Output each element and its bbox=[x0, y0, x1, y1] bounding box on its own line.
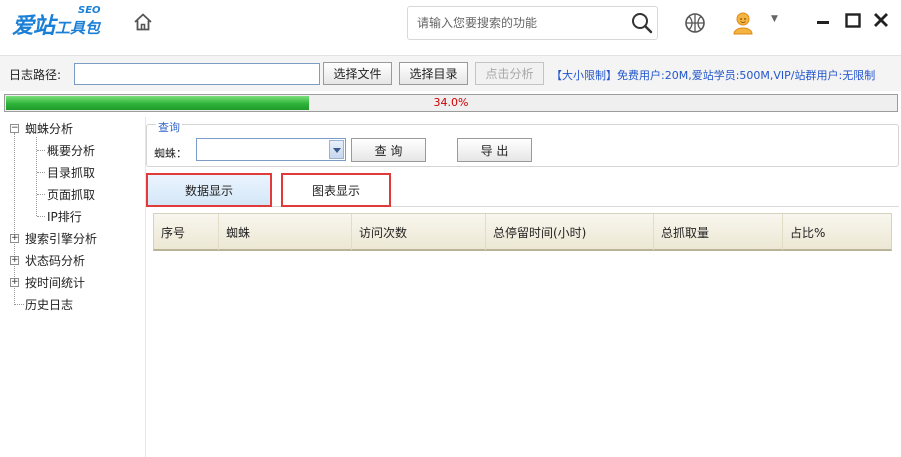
tree-guide-line bbox=[37, 172, 45, 173]
tree-guide-line bbox=[37, 194, 45, 195]
tree-item-history-log[interactable]: 历史日志 bbox=[25, 296, 73, 313]
tree-item-page-crawl[interactable]: 页面抓取 bbox=[47, 186, 95, 203]
tree-item-time-statistics[interactable]: 按时间统计 bbox=[25, 274, 85, 291]
table-right-gutter bbox=[892, 213, 899, 457]
log-path-input[interactable] bbox=[74, 63, 320, 85]
minimize-icon[interactable] bbox=[817, 12, 831, 30]
query-group-title: 查询 bbox=[156, 119, 182, 135]
function-tree: − 蜘蛛分析 概要分析 目录抓取 页面抓取 IP排行 + 搜索引擎分析 + 状态… bbox=[0, 117, 146, 457]
tree-guide-line bbox=[15, 304, 24, 305]
maximize-icon[interactable] bbox=[845, 12, 861, 30]
column-header-stay-time[interactable]: 总停留时间(小时) bbox=[486, 214, 654, 250]
tree-guide-line bbox=[37, 216, 45, 217]
tab-chart-display[interactable]: 图表显示 bbox=[281, 173, 391, 207]
tree-guide-line bbox=[37, 150, 45, 151]
progress-percent-text: 34.0% bbox=[433, 96, 469, 109]
data-table-header: 序号 蜘蛛 访问次数 总停留时间(小时) 总抓取量 占比% bbox=[153, 213, 892, 251]
close-icon[interactable] bbox=[872, 11, 890, 29]
app-logo: 爱站 SEO 工具包 bbox=[12, 5, 101, 40]
expand-icon[interactable]: + bbox=[10, 256, 19, 265]
logo-tool-text: 工具包 bbox=[55, 19, 101, 37]
feature-search[interactable] bbox=[407, 6, 658, 40]
column-header-crawl-count[interactable]: 总抓取量 bbox=[654, 214, 783, 250]
tree-item-overview[interactable]: 概要分析 bbox=[47, 142, 95, 159]
column-header-spider[interactable]: 蜘蛛 bbox=[219, 214, 352, 250]
spider-label: 蜘蛛： bbox=[154, 147, 187, 160]
tree-item-spider-analysis[interactable]: 蜘蛛分析 bbox=[25, 120, 73, 137]
size-limit-notice: 【大小限制】免费用户:20M,爱站学员:500M,VIP/站群用户:无限制 bbox=[551, 69, 876, 82]
analyze-button[interactable]: 点击分析 bbox=[475, 62, 544, 85]
title-bar: 爱站 SEO 工具包 ▼ bbox=[0, 0, 901, 50]
tab-data-display[interactable]: 数据显示 bbox=[146, 173, 272, 207]
tree-item-directory-crawl[interactable]: 目录抓取 bbox=[47, 164, 95, 181]
log-path-toolbar: 日志路径: 选择文件 选择目录 点击分析 【大小限制】免费用户:20M,爱站学员… bbox=[0, 55, 901, 91]
logo-seo-text: SEO bbox=[78, 5, 101, 16]
basketball-icon[interactable] bbox=[684, 12, 706, 34]
search-input[interactable] bbox=[417, 14, 617, 32]
choose-directory-button[interactable]: 选择目录 bbox=[399, 62, 468, 85]
search-icon[interactable] bbox=[631, 12, 653, 34]
chevron-down-icon[interactable] bbox=[329, 140, 344, 159]
column-header-index[interactable]: 序号 bbox=[154, 214, 219, 250]
tree-guide-line bbox=[36, 137, 37, 216]
user-menu-chevron-down-icon[interactable]: ▼ bbox=[771, 14, 778, 24]
choose-file-button[interactable]: 选择文件 bbox=[323, 62, 392, 85]
tree-item-ip-ranking[interactable]: IP排行 bbox=[47, 208, 82, 225]
expand-icon[interactable]: + bbox=[10, 234, 19, 243]
analysis-progress-bar: 34.0% bbox=[4, 94, 898, 112]
expand-icon[interactable]: + bbox=[10, 278, 19, 287]
column-header-percentage[interactable]: 占比% bbox=[783, 214, 891, 250]
home-icon[interactable] bbox=[132, 11, 154, 33]
collapse-icon[interactable]: − bbox=[10, 124, 19, 133]
logo-main-text: 爱站 bbox=[12, 14, 55, 39]
column-header-visits[interactable]: 访问次数 bbox=[352, 214, 486, 250]
view-tabs: 数据显示 图表显示 bbox=[146, 173, 899, 207]
user-avatar-icon[interactable] bbox=[732, 11, 754, 35]
tree-item-status-code-analysis[interactable]: 状态码分析 bbox=[25, 252, 85, 269]
query-button[interactable]: 查 询 bbox=[351, 138, 426, 162]
export-button[interactable]: 导 出 bbox=[457, 138, 532, 162]
log-path-label: 日志路径: bbox=[9, 68, 62, 82]
spider-select[interactable] bbox=[196, 138, 346, 161]
tree-item-search-engine-analysis[interactable]: 搜索引擎分析 bbox=[25, 230, 97, 247]
